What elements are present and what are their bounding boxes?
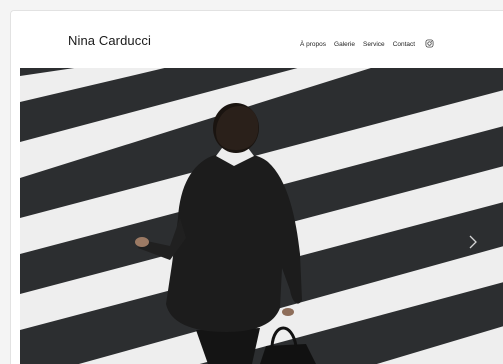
- site-logo[interactable]: Nina Carducci: [68, 33, 151, 48]
- nav-link-contact[interactable]: Contact: [393, 41, 415, 48]
- browser-viewport: Nina Carducci À propos Galerie Service C…: [10, 10, 503, 364]
- nav-link-service[interactable]: Service: [363, 41, 385, 48]
- nav-link-a-propos[interactable]: À propos: [300, 41, 326, 48]
- nav-link-galerie[interactable]: Galerie: [334, 41, 355, 48]
- chevron-right-icon[interactable]: [468, 235, 478, 249]
- instagram-icon[interactable]: [425, 39, 434, 48]
- main-nav: À propos Galerie Service Contact: [300, 39, 434, 48]
- hero-image: [20, 68, 503, 364]
- hero-carousel: [20, 68, 503, 364]
- site-header: Nina Carducci À propos Galerie Service C…: [11, 11, 503, 69]
